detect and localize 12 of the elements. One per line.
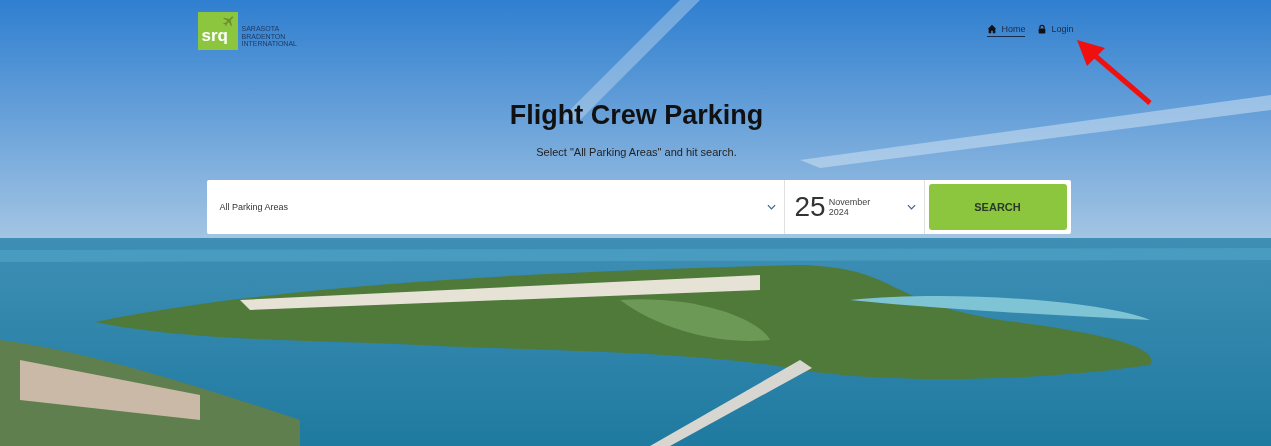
nav-link[interactable]: Home: [987, 24, 1026, 37]
subtitle: Select "All Parking Areas" and hit search.: [535, 146, 738, 158]
page-title: Flight Crew Parking: [508, 100, 765, 131]
parking-area-dropdown[interactable]: All Parking Areas: [206, 180, 785, 234]
chevron-down-icon: [906, 204, 916, 210]
lock-icon: [1037, 24, 1048, 34]
search-button[interactable]: SEARCH: [928, 184, 1067, 230]
chevron-down-icon: [766, 204, 776, 210]
airplane-icon: [221, 14, 236, 28]
home-icon: [987, 24, 998, 34]
nav-link[interactable]: Login: [1037, 24, 1074, 37]
logo-text: srq: [200, 27, 228, 47]
